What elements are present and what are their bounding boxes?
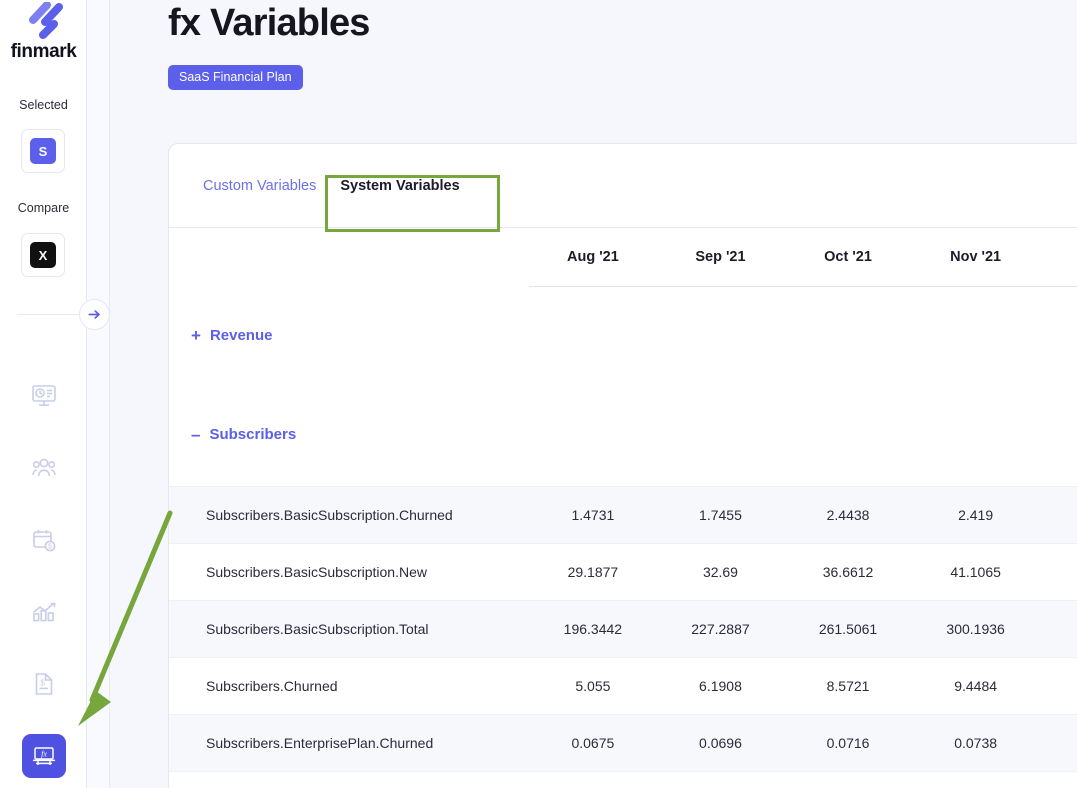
compare-label: Compare <box>0 201 87 215</box>
svg-text:$: $ <box>40 678 45 687</box>
sidebar-expand-button[interactable] <box>79 299 110 330</box>
svg-text:fx: fx <box>41 749 47 758</box>
sidebar-item-statements[interactable]: $ <box>0 648 87 720</box>
content-left-rail <box>87 0 110 788</box>
table-row[interactable]: Subscribers.Churned 5.055 6.1908 8.5721 … <box>169 657 1077 714</box>
group-row-subscribers[interactable]: – Subscribers <box>169 386 1077 486</box>
group-label-subscribers: Subscribers <box>209 426 296 443</box>
row-value: 0.1791 <box>784 771 912 788</box>
row-label: Subscribers.BasicSubscription.New <box>169 543 529 600</box>
selected-scenario-tile[interactable]: S <box>21 129 65 173</box>
sidebar-nav: $ <box>0 360 87 788</box>
variables-table: Aug '21 Sep '21 Oct '21 Nov '21 De + Rev… <box>169 228 1077 788</box>
row-value: 0.0675 <box>529 714 657 771</box>
row-label: Subscribers.BasicSubscription.Churned <box>169 486 529 543</box>
sidebar-item-dashboard[interactable] <box>0 360 87 432</box>
row-value: 46.20 <box>1039 543 1077 600</box>
dashboard-monitor-icon <box>22 374 66 418</box>
group-row-revenue[interactable]: + Revenue <box>169 286 1077 386</box>
table-row[interactable]: Subscribers.BasicSubscription.New 29.187… <box>169 543 1077 600</box>
selected-scenario-chip: S <box>30 138 56 164</box>
table-body: + Revenue – Subscribers <box>169 286 1077 788</box>
row-value: 2.419 <box>912 486 1040 543</box>
row-value: 0.1688 <box>529 771 657 788</box>
page-title: fx Variables <box>168 2 370 45</box>
row-value: 0.1845 <box>912 771 1040 788</box>
row-label: Subscribers.EnterprisePlan.New <box>169 771 529 788</box>
row-value: 5.055 <box>529 657 657 714</box>
svg-text:$: $ <box>48 544 52 551</box>
arrow-right-icon <box>87 307 102 322</box>
row-value: 0.19 <box>1039 771 1077 788</box>
people-team-icon <box>22 446 66 490</box>
selected-label: Selected <box>0 98 87 112</box>
row-value: 0.1739 <box>657 771 785 788</box>
table-row[interactable]: Subscribers.BasicSubscription.Total 196.… <box>169 600 1077 657</box>
table-row[interactable]: Subscribers.EnterprisePlan.Churned 0.067… <box>169 714 1077 771</box>
row-label: Subscribers.BasicSubscription.Total <box>169 600 529 657</box>
sidebar-divider <box>18 314 80 315</box>
compare-scenario-chip: X <box>30 242 56 268</box>
row-label: Subscribers.Churned <box>169 657 529 714</box>
compare-scenario-tile[interactable]: X <box>21 233 65 277</box>
plan-badge[interactable]: SaaS Financial Plan <box>168 65 303 90</box>
sidebar-item-fx-variables[interactable]: fx <box>0 720 87 788</box>
sidebar-item-people[interactable] <box>0 432 87 504</box>
row-value: 6.1908 <box>657 657 785 714</box>
row-value: 41.1065 <box>912 543 1040 600</box>
row-value: 11.40 <box>1039 657 1077 714</box>
row-label: Subscribers.EnterprisePlan.Churned <box>169 714 529 771</box>
tab-bar: Custom Variables System Variables <box>169 144 1077 228</box>
row-value: 0.076 <box>1039 714 1077 771</box>
row-value: 1.4731 <box>529 486 657 543</box>
app-root: finmark Selected S Compare X <box>0 0 1077 788</box>
column-header-sep: Sep '21 <box>657 228 785 286</box>
table-row[interactable]: Subscribers.EnterprisePlan.New 0.1688 0.… <box>169 771 1077 788</box>
group-toggle-subscribers[interactable]: – Subscribers <box>191 426 296 443</box>
row-value: 196.3442 <box>529 600 657 657</box>
calendar-dollar-icon: $ <box>22 518 66 562</box>
sidebar-item-reports[interactable] <box>0 576 87 648</box>
fx-whiteboard-icon: fx <box>22 734 66 778</box>
row-value: 8.5721 <box>784 657 912 714</box>
row-value: 0.0738 <box>912 714 1040 771</box>
row-value: 261.5061 <box>784 600 912 657</box>
chart-growth-icon <box>22 590 66 634</box>
column-header-name <box>169 228 529 286</box>
finmark-logo-icon <box>21 2 67 42</box>
collapse-minus-icon: – <box>191 426 200 443</box>
row-value: 343.6 <box>1039 600 1077 657</box>
sidebar-item-expenses[interactable]: $ <box>0 504 87 576</box>
column-header-nov: Nov '21 <box>912 228 1040 286</box>
group-label-revenue: Revenue <box>210 327 273 344</box>
variables-card: Custom Variables System Variables Aug '2… <box>168 143 1077 788</box>
row-value: 1.7455 <box>657 486 785 543</box>
row-value: 2.4438 <box>784 486 912 543</box>
row-value: 2.776 <box>1039 486 1077 543</box>
group-cell-subscribers: – Subscribers <box>169 386 1077 486</box>
document-dollar-icon: $ <box>22 662 66 706</box>
row-value: 36.6612 <box>784 543 912 600</box>
row-value: 227.2887 <box>657 600 785 657</box>
row-value: 29.1877 <box>529 543 657 600</box>
column-header-aug: Aug '21 <box>529 228 657 286</box>
column-header-dec: De <box>1039 228 1077 286</box>
group-toggle-revenue[interactable]: + Revenue <box>191 327 272 344</box>
expand-plus-icon: + <box>191 327 201 344</box>
brand-logo[interactable]: finmark <box>0 0 87 63</box>
tab-system-variables[interactable]: System Variables <box>328 170 471 202</box>
group-cell-revenue: + Revenue <box>169 286 1077 386</box>
tab-custom-variables[interactable]: Custom Variables <box>191 170 328 202</box>
row-value: 32.69 <box>657 543 785 600</box>
table-header: Aug '21 Sep '21 Oct '21 Nov '21 De <box>169 228 1077 286</box>
row-value: 9.4484 <box>912 657 1040 714</box>
column-header-oct: Oct '21 <box>784 228 912 286</box>
main-content: fx Variables SaaS Financial Plan Custom … <box>87 0 1077 788</box>
row-value: 0.0716 <box>784 714 912 771</box>
row-value: 300.1936 <box>912 600 1040 657</box>
left-sidebar: finmark Selected S Compare X <box>0 0 87 788</box>
row-value: 0.0696 <box>657 714 785 771</box>
table-row[interactable]: Subscribers.BasicSubscription.Churned 1.… <box>169 486 1077 543</box>
brand-name: finmark <box>11 41 77 63</box>
